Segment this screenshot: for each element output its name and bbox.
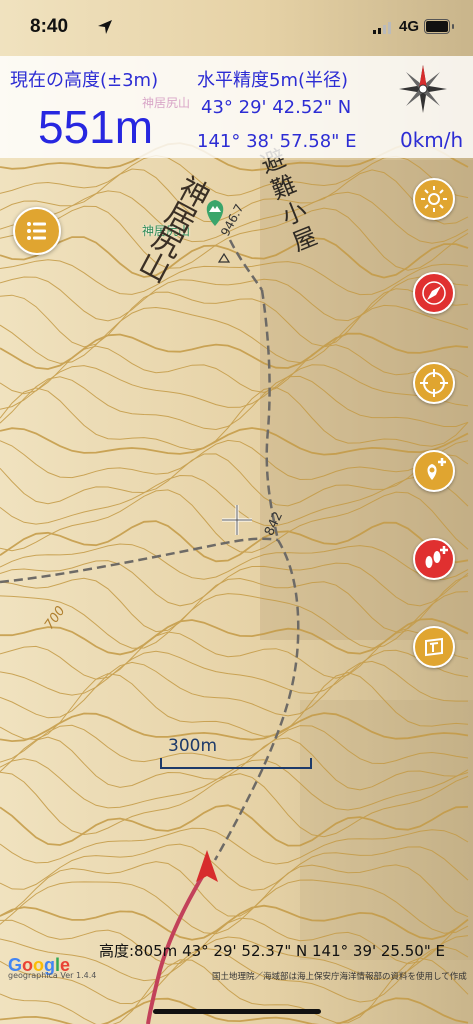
location-info-panel: 神居尻山 現在の高度(±3m) 551m 水平精度5m(半径) 43° 29' … xyxy=(0,56,473,158)
status-bar: 8:40 4G xyxy=(0,0,473,58)
accuracy-label: 水平精度5m(半径) xyxy=(197,70,349,91)
app-version: geographica Ver 1.4.4 xyxy=(8,971,97,980)
map-attribution: 国土地理院／海域部は海上保安庁海洋情報部の資料を使用して作成 xyxy=(212,972,467,982)
add-waypoint-icon xyxy=(427,458,446,480)
list-menu-icon xyxy=(27,222,46,240)
altitude-value: 551m xyxy=(38,101,154,153)
battery-icon xyxy=(424,19,454,34)
signal-bars-icon xyxy=(373,22,391,34)
location-arrow-icon xyxy=(98,20,112,34)
center-location-button[interactable] xyxy=(413,362,455,404)
status-time: 8:40 xyxy=(30,16,69,37)
map-layer-icon xyxy=(425,637,443,657)
add-footprint-icon xyxy=(425,546,448,568)
network-type: 4G xyxy=(399,18,420,35)
home-indicator[interactable] xyxy=(153,1009,321,1014)
menu-button[interactable] xyxy=(13,207,61,255)
scale-label: 300m xyxy=(168,736,218,756)
sun-spiral-icon xyxy=(421,186,447,212)
compass-rose-icon[interactable] xyxy=(396,62,450,116)
speed-value: 0km/h xyxy=(400,128,464,152)
cursor-position-info: 高度:805m 43° 29' 52.37" N 141° 39' 25.50"… xyxy=(99,942,445,960)
latitude-value: 43° 29' 42.52" N xyxy=(201,97,352,118)
start-recording-button[interactable] xyxy=(413,538,455,580)
add-waypoint-button[interactable] xyxy=(413,450,455,492)
sun-layer-button[interactable] xyxy=(413,178,455,220)
altitude-label: 現在の高度(±3m) xyxy=(10,70,159,91)
map-layer-button[interactable] xyxy=(413,626,455,668)
compass-needle-icon xyxy=(422,281,446,305)
crosshair-icon xyxy=(420,369,448,397)
longitude-value: 141° 38' 57.58" E xyxy=(197,131,357,152)
compass-mode-button[interactable] xyxy=(413,272,455,314)
